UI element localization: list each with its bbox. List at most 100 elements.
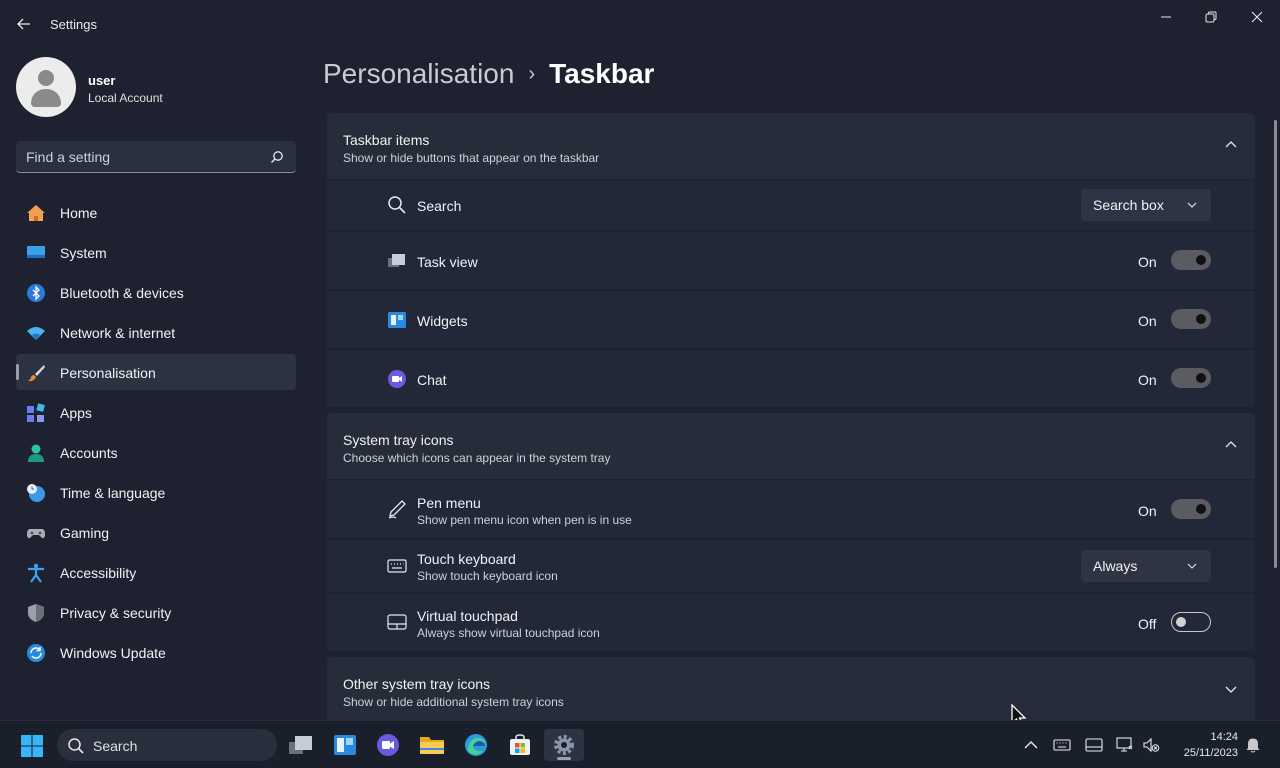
- toggle-state-label: On: [1138, 372, 1157, 388]
- touchpad-icon: [387, 614, 407, 630]
- breadcrumb-separator: ›: [528, 63, 536, 85]
- sidebar-item-label: Personalisation: [60, 365, 156, 381]
- folder-icon: [420, 737, 444, 754]
- restore-button[interactable]: [1191, 6, 1231, 28]
- user-profile[interactable]: [16, 57, 76, 117]
- setting-label: Virtual touchpad: [417, 608, 518, 624]
- task-view-icon: [388, 254, 405, 267]
- chevron-down-icon: [1187, 563, 1197, 569]
- sidebar-item-bluetooth[interactable]: Bluetooth & devices: [16, 274, 296, 310]
- keyboard-icon[interactable]: [1053, 737, 1071, 753]
- taskbar-clock[interactable]: 14:24 25/11/2023: [1170, 729, 1238, 761]
- chevron-up-icon[interactable]: [1022, 737, 1040, 753]
- search-mode-dropdown[interactable]: Search box: [1081, 189, 1211, 221]
- dropdown-value: Search box: [1093, 197, 1164, 213]
- touch-keyboard-dropdown[interactable]: Always: [1081, 550, 1211, 582]
- section-subtitle: Choose which icons can appear in the sys…: [343, 451, 611, 465]
- search-icon: [68, 738, 84, 754]
- sidebar-item-accessibility[interactable]: Accessibility: [16, 554, 296, 590]
- sidebar-item-windows-update[interactable]: Windows Update: [16, 634, 296, 670]
- close-icon: [1251, 11, 1263, 23]
- taskbar-store[interactable]: [500, 729, 540, 761]
- sidebar-item-label: Accessibility: [60, 565, 137, 581]
- widgets-toggle[interactable]: [1171, 309, 1211, 329]
- setting-label: Chat: [417, 372, 447, 388]
- scrollbar[interactable]: [1274, 120, 1277, 568]
- keyboard-icon: [387, 559, 407, 573]
- taskbar-settings[interactable]: [544, 729, 584, 761]
- sidebar-item-personalisation[interactable]: Personalisation: [16, 354, 296, 390]
- chevron-down-icon: [1187, 202, 1197, 208]
- person-icon: [28, 444, 44, 462]
- virtual-touchpad-toggle[interactable]: [1171, 612, 1211, 632]
- chat-toggle[interactable]: [1171, 368, 1211, 388]
- chat-icon: [377, 734, 399, 756]
- section-title: Taskbar items: [343, 132, 430, 148]
- taskbar-file-explorer[interactable]: [412, 729, 452, 761]
- taskbar-items-header[interactable]: Taskbar items Show or hide buttons that …: [327, 113, 1255, 179]
- update-icon: [27, 644, 45, 662]
- minimize-button[interactable]: [1146, 6, 1186, 28]
- settings-window: Settings user Local Account Find a setti…: [0, 0, 1280, 727]
- taskbar-chat[interactable]: [368, 729, 408, 761]
- search-input[interactable]: [26, 148, 266, 166]
- toggle-state-label: On: [1138, 313, 1157, 329]
- sidebar-item-network[interactable]: Network & internet: [16, 314, 296, 350]
- setting-row-widgets: Widgets On: [327, 291, 1255, 348]
- clock-globe-icon: [27, 484, 45, 502]
- taskbar-task-view[interactable]: [281, 729, 321, 761]
- pen-icon: [388, 500, 406, 519]
- notification-bell-icon[interactable]: [1244, 737, 1262, 753]
- windows-start-icon[interactable]: [20, 734, 44, 758]
- system-tray-header[interactable]: System tray icons Choose which icons can…: [327, 413, 1255, 479]
- minimize-icon: [1161, 16, 1171, 18]
- setting-description: Show pen menu icon when pen is in use: [417, 513, 632, 527]
- windows-taskbar: Search 14:24 25/11/2023: [0, 720, 1280, 768]
- gamepad-icon: [27, 529, 45, 539]
- taskbar-edge[interactable]: [456, 729, 496, 761]
- back-arrow-icon: [17, 18, 30, 30]
- sidebar-item-time-language[interactable]: Time & language: [16, 474, 296, 510]
- sidebar-item-gaming[interactable]: Gaming: [16, 514, 296, 550]
- sidebar-item-label: Network & internet: [60, 325, 176, 341]
- other-tray-header[interactable]: Other system tray icons Show or hide add…: [327, 657, 1255, 723]
- sidebar-item-apps[interactable]: Apps: [16, 394, 296, 430]
- section-title: Other system tray icons: [343, 676, 491, 692]
- taskbar-widgets[interactable]: [325, 729, 365, 761]
- sidebar-item-system[interactable]: System: [16, 234, 296, 270]
- task-view-toggle[interactable]: [1171, 250, 1211, 270]
- touchpad-icon[interactable]: [1085, 737, 1103, 753]
- sidebar-item-label: Privacy & security: [60, 605, 172, 621]
- clock-date: 25/11/2023: [1183, 747, 1238, 759]
- setting-row-touch-keyboard: Touch keyboard Show touch keyboard icon …: [327, 540, 1255, 592]
- taskbar-search-label: Search: [93, 738, 138, 754]
- chevron-up-icon[interactable]: [1225, 439, 1237, 451]
- sidebar-item-label: Home: [60, 205, 98, 221]
- sidebar-item-home[interactable]: Home: [16, 194, 296, 230]
- pen-menu-toggle[interactable]: [1171, 499, 1211, 519]
- network-icon[interactable]: [1116, 737, 1134, 753]
- shield-icon: [28, 604, 44, 622]
- close-button[interactable]: [1237, 6, 1277, 28]
- breadcrumb-parent[interactable]: Personalisation: [323, 58, 514, 89]
- taskbar-search-box[interactable]: Search: [57, 729, 277, 761]
- page-title: Taskbar: [549, 58, 655, 89]
- chevron-down-icon[interactable]: [1225, 683, 1237, 695]
- section-subtitle: Show or hide additional system tray icon…: [343, 695, 564, 709]
- avatar: [16, 57, 76, 117]
- gear-icon: [554, 735, 574, 755]
- volume-muted-icon[interactable]: [1142, 737, 1160, 753]
- back-button[interactable]: [14, 14, 34, 34]
- widgets-icon: [388, 312, 406, 328]
- sidebar-item-label: System: [60, 245, 107, 261]
- find-setting-search[interactable]: [16, 141, 296, 173]
- sidebar-item-label: Accounts: [60, 445, 118, 461]
- app-title: Settings: [50, 17, 97, 32]
- sidebar-item-label: Windows Update: [60, 645, 166, 661]
- breadcrumb: Personalisation › Taskbar: [323, 58, 654, 90]
- chevron-up-icon[interactable]: [1225, 139, 1237, 151]
- sidebar-item-privacy[interactable]: Privacy & security: [16, 594, 296, 630]
- sidebar-item-accounts[interactable]: Accounts: [16, 434, 296, 470]
- sidebar-item-label: Bluetooth & devices: [60, 285, 184, 301]
- store-icon: [510, 734, 530, 755]
